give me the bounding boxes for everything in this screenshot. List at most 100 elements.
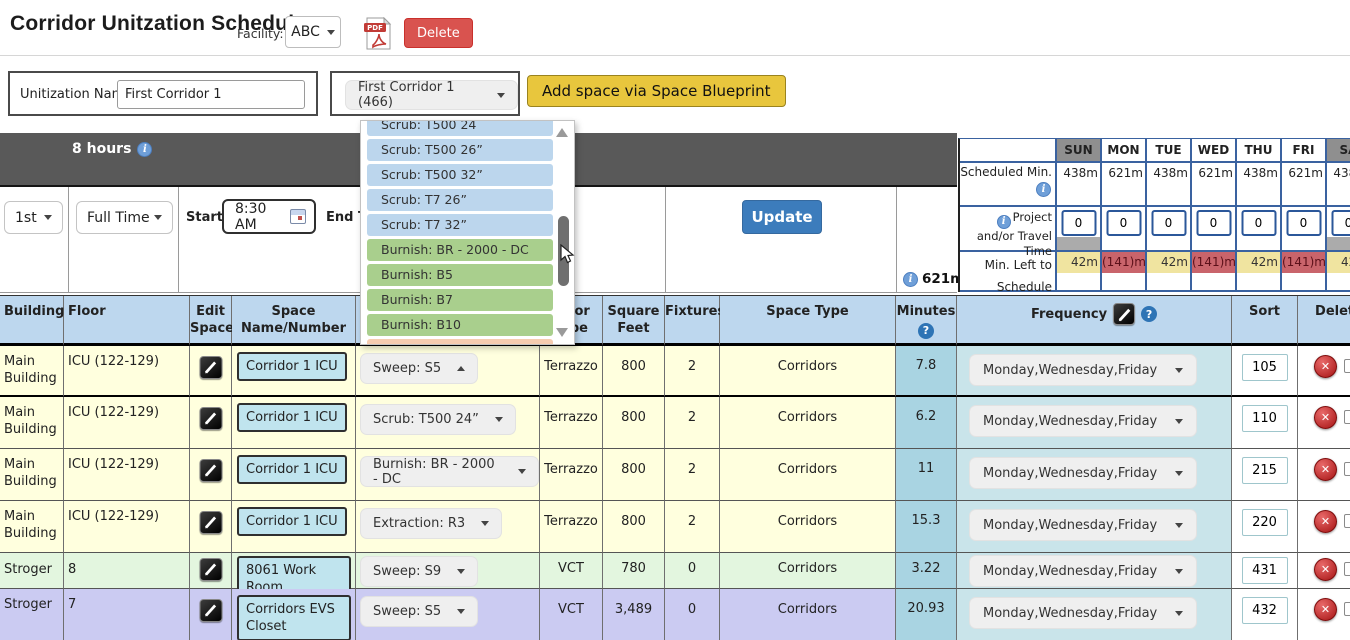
day-header: FRI — [1282, 139, 1327, 163]
facility-select[interactable]: ABC — [285, 16, 341, 48]
equipment-select[interactable]: Scrub: T500 24” — [360, 404, 516, 435]
delete-row-icon[interactable]: ✕ — [1314, 558, 1337, 581]
pdf-export-icon[interactable]: PDF — [363, 17, 393, 50]
frequency-cell: Monday,Wednesday,Friday — [957, 346, 1232, 397]
update-button[interactable]: Update — [742, 200, 822, 234]
row-checkbox[interactable] — [1344, 602, 1350, 616]
sort-input[interactable] — [1242, 457, 1288, 484]
add-space-button[interactable]: Add space via Space Blueprint — [527, 75, 786, 107]
sort-input[interactable] — [1242, 557, 1288, 584]
equipment-dropdown-option[interactable]: Burnish: B5 — [367, 264, 553, 286]
delete-row-icon[interactable]: ✕ — [1314, 598, 1337, 621]
project-travel-input[interactable] — [1331, 210, 1350, 236]
delete-row-icon[interactable]: ✕ — [1314, 458, 1337, 481]
delete-schedule-button[interactable]: Delete — [404, 18, 473, 48]
min-left-value: 42m — [1147, 252, 1190, 273]
shift-select[interactable]: 1st — [4, 201, 63, 234]
equipment-dropdown-option[interactable]: Scrub: T7 26” — [367, 189, 553, 211]
frequency-select[interactable]: Monday,Wednesday,Friday — [969, 457, 1197, 489]
space-name-box[interactable]: Corridors EVS Closet — [237, 595, 351, 640]
delete-row-icon[interactable]: ✕ — [1314, 406, 1337, 429]
caret-down-icon — [1175, 471, 1183, 476]
project-travel-cell — [1102, 207, 1147, 252]
project-travel-input[interactable] — [1241, 210, 1276, 236]
delete-cell: ✕ — [1298, 397, 1350, 449]
info-icon[interactable]: i — [1036, 182, 1051, 197]
edit-space-icon[interactable] — [199, 459, 222, 482]
frequency-select[interactable]: Monday,Wednesday,Friday — [969, 597, 1197, 629]
employment-select[interactable]: Full Time — [76, 201, 173, 234]
scroll-down-icon[interactable] — [556, 328, 568, 337]
start-time-input[interactable]: 8:30 AM — [222, 199, 316, 234]
delete-cell: ✕ — [1298, 589, 1350, 640]
row-checkbox[interactable] — [1344, 514, 1350, 528]
equipment-dropdown-option[interactable]: Scrub: T500 24 — [367, 120, 553, 136]
space-name-box[interactable]: Corridor 1 ICU — [237, 507, 347, 536]
equipment-dropdown-option[interactable]: Scrub: T500 32” — [367, 164, 553, 186]
edit-space-icon[interactable] — [199, 599, 222, 622]
info-icon[interactable]: i — [903, 272, 918, 287]
equipment-dropdown-option[interactable] — [367, 339, 553, 345]
square-feet-cell: 3,489 — [603, 589, 665, 640]
sort-input[interactable] — [1242, 509, 1288, 536]
equipment-dropdown-option[interactable]: Burnish: BR - 2000 - DC — [367, 239, 553, 261]
min-left-value: (141)m — [1102, 252, 1145, 273]
edit-space-icon[interactable] — [199, 558, 222, 581]
frequency-select[interactable]: Monday,Wednesday,Friday — [969, 555, 1197, 587]
week-summary-table: SUNMONTUEWEDTHUFRISA Scheduled Min. i 43… — [958, 138, 1350, 292]
table-row: Main Building ICU (122-129) Corridor 1 I… — [0, 346, 1350, 397]
project-travel-input[interactable] — [1061, 210, 1096, 236]
equipment-dropdown-option[interactable]: Scrub: T500 26” — [367, 139, 553, 161]
space-type-cell: Corridors — [720, 397, 896, 449]
delete-row-icon[interactable]: ✕ — [1314, 510, 1337, 533]
space-name-box[interactable]: Corridor 1 ICU — [237, 403, 347, 432]
unitization-name-input[interactable] — [117, 80, 305, 109]
info-icon[interactable]: i — [137, 142, 152, 157]
help-icon[interactable]: ? — [1141, 306, 1157, 322]
equipment-dropdown-option[interactable]: Burnish: B10 — [367, 314, 553, 336]
space-name-box[interactable]: Corridor 1 ICU — [237, 352, 347, 381]
min-left-cell: (141)m — [1192, 252, 1237, 292]
delete-row-icon[interactable]: ✕ — [1314, 355, 1337, 378]
edit-space-icon[interactable] — [199, 356, 222, 379]
corridor-select[interactable]: First Corridor 1 (466) — [345, 80, 518, 110]
help-icon[interactable]: ? — [918, 323, 934, 339]
scrollbar-thumb[interactable] — [558, 216, 569, 286]
frequency-select[interactable]: Monday,Wednesday,Friday — [969, 509, 1197, 541]
day-header: SUN — [1057, 139, 1102, 163]
row-checkbox[interactable] — [1344, 562, 1350, 576]
frequency-cell: Monday,Wednesday,Friday — [957, 501, 1232, 553]
sort-input[interactable] — [1242, 597, 1288, 624]
scroll-up-icon[interactable] — [556, 128, 568, 137]
equipment-dropdown-option[interactable]: Burnish: B7 — [367, 289, 553, 311]
space-name-box[interactable]: Corridor 1 ICU — [237, 455, 347, 484]
row-checkbox[interactable] — [1344, 410, 1350, 424]
equipment-select[interactable]: Burnish: BR - 2000 - DC — [360, 456, 539, 487]
frequency-select[interactable]: Monday,Wednesday,Friday — [969, 354, 1197, 386]
equipment-select[interactable]: Extraction: R3 — [360, 508, 502, 539]
edit-space-icon[interactable] — [199, 407, 222, 430]
col-header-building: Building — [0, 296, 64, 346]
project-travel-input[interactable] — [1286, 210, 1321, 236]
project-travel-input[interactable] — [1196, 210, 1231, 236]
floor-cell: 8 — [64, 553, 190, 589]
edit-space-icon[interactable] — [199, 511, 222, 534]
equipment-dropdown-option[interactable]: Scrub: T7 32” — [367, 214, 553, 236]
project-travel-input[interactable] — [1151, 210, 1186, 236]
equipment-select[interactable]: Sweep: S5 — [360, 353, 478, 384]
equipment-select[interactable]: Sweep: S5 — [360, 596, 478, 627]
info-icon[interactable]: i — [997, 215, 1011, 229]
calendar-icon[interactable] — [290, 209, 306, 224]
row-checkbox[interactable] — [1344, 359, 1350, 373]
sort-input[interactable] — [1242, 354, 1288, 381]
project-travel-input[interactable] — [1106, 210, 1141, 236]
row-checkbox[interactable] — [1344, 462, 1350, 476]
sort-cell — [1232, 346, 1298, 397]
edit-frequency-icon[interactable] — [1113, 303, 1135, 325]
square-feet-cell: 800 — [603, 397, 665, 449]
sort-input[interactable] — [1242, 405, 1288, 432]
facility-label: Facility: — [237, 26, 284, 41]
equipment-select[interactable]: Sweep: S9 — [360, 556, 478, 587]
divider — [68, 187, 69, 292]
frequency-select[interactable]: Monday,Wednesday,Friday — [969, 405, 1197, 437]
